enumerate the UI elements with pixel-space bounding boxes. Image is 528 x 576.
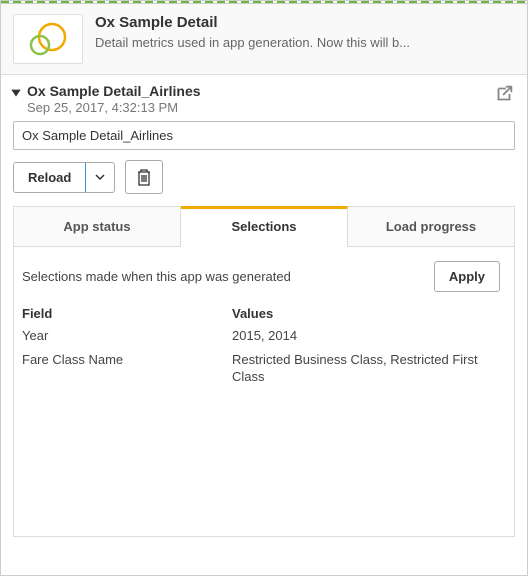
detail-header: Ox Sample Detail_Airlines Sep 25, 2017, …	[1, 75, 527, 117]
apply-button[interactable]: Apply	[434, 261, 500, 292]
app-thumbnail	[13, 14, 83, 64]
popout-icon[interactable]	[493, 83, 515, 105]
trash-icon	[136, 168, 152, 186]
reload-button[interactable]: Reload	[14, 163, 86, 192]
field-column-header: Field	[22, 306, 232, 321]
selections-table-header: Field Values	[22, 306, 500, 321]
reload-split-button: Reload	[13, 162, 115, 193]
reload-dropdown-button[interactable]	[85, 162, 115, 193]
delete-button[interactable]	[125, 160, 163, 194]
generated-timestamp: Sep 25, 2017, 4:32:13 PM	[27, 100, 485, 115]
values-cell: Restricted Business Class, Restricted Fi…	[232, 351, 500, 386]
field-cell: Fare Class Name	[22, 351, 232, 386]
selections-description: Selections made when this app was genera…	[22, 269, 291, 284]
collapse-arrow-icon[interactable]	[9, 85, 23, 99]
toolbar: Reload	[1, 160, 527, 206]
table-row: Fare Class Name Restricted Business Clas…	[22, 351, 500, 386]
values-cell: 2015, 2014	[232, 327, 500, 345]
table-row: Year 2015, 2014	[22, 327, 500, 345]
values-column-header: Values	[232, 306, 500, 321]
tab-app-status[interactable]: App status	[14, 207, 181, 246]
app-title: Ox Sample Detail	[95, 14, 515, 31]
field-cell: Year	[22, 327, 232, 345]
tab-bar: App status Selections Load progress	[13, 206, 515, 247]
generated-app-name: Ox Sample Detail_Airlines	[27, 83, 485, 99]
app-header: Ox Sample Detail Detail metrics used in …	[1, 4, 527, 75]
chevron-down-icon	[95, 174, 105, 180]
rings-icon	[26, 19, 70, 59]
app-description: Detail metrics used in app generation. N…	[95, 35, 515, 50]
tab-selections[interactable]: Selections	[181, 206, 348, 246]
tab-load-progress[interactable]: Load progress	[348, 207, 514, 246]
tab-content: Selections made when this app was genera…	[13, 247, 515, 537]
app-name-input[interactable]	[13, 121, 515, 150]
